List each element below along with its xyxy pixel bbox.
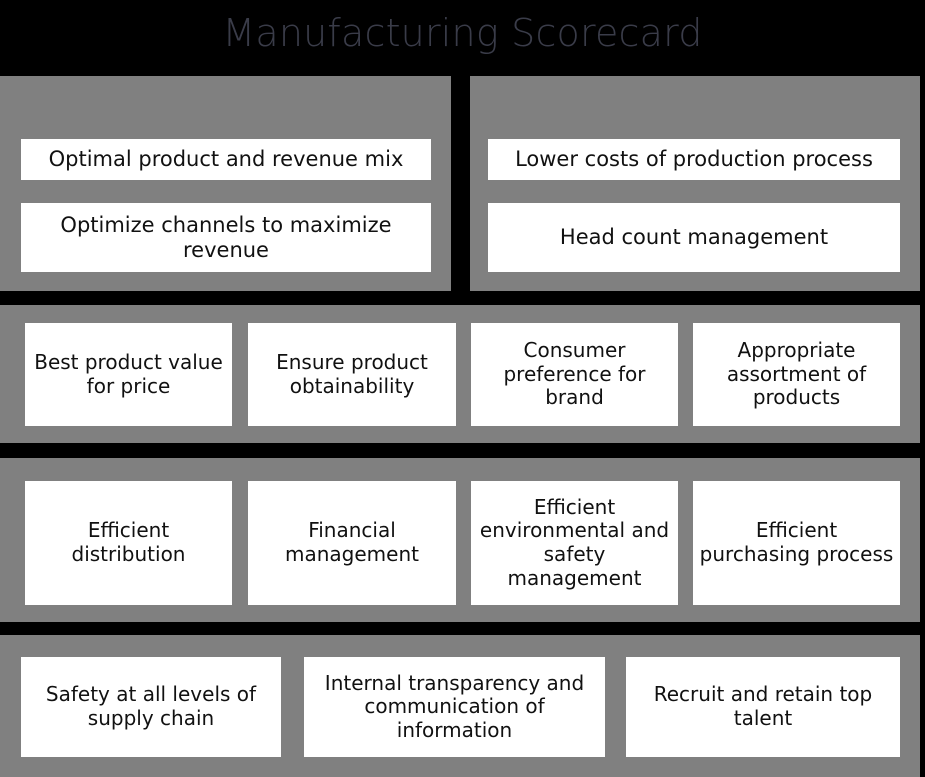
card-label: Optimize channels to maximize revenue xyxy=(60,212,392,262)
card-optimize-channels-maximize-revenue[interactable]: Optimize channels to maximize revenue xyxy=(21,203,431,272)
card-label: Ensure product obtainability xyxy=(276,349,428,398)
panel-low-cost-operation: Low-Cost Operation Lower costs of produc… xyxy=(470,76,920,291)
card-best-product-value-for-price[interactable]: Best product value for price xyxy=(25,323,232,426)
card-label: Financial management xyxy=(285,518,419,566)
card-label: Efficient distribution xyxy=(71,518,186,566)
card-label: Head count management xyxy=(559,225,829,250)
card-label: Lower costs of production process xyxy=(515,147,873,172)
card-label: Safety at all levels of supply chain xyxy=(45,682,257,730)
card-label: Efficient purchasing process xyxy=(699,518,894,566)
card-label: Internal transparency and communication … xyxy=(324,670,585,742)
card-head-count-management[interactable]: Head count management xyxy=(488,203,900,272)
card-recruit-and-retain-top-talent[interactable]: Recruit and retain top talent xyxy=(626,657,900,757)
card-label: Best product value for price xyxy=(34,349,223,398)
card-label: Efficient environmental and safety manag… xyxy=(479,494,670,590)
card-consumer-preference-for-brand[interactable]: Consumer preference for brand xyxy=(471,323,678,426)
panel-volume-profit: Volume & Profit Optimal product and reve… xyxy=(0,76,451,291)
page-title: Manufacturing Scorecard xyxy=(222,11,703,55)
card-internal-transparency-and-communication[interactable]: Internal transparency and communication … xyxy=(304,657,605,757)
card-label: Optimal product and revenue mix xyxy=(48,147,404,172)
card-lower-costs-production-process[interactable]: Lower costs of production process xyxy=(488,139,900,180)
scorecard-canvas: Manufacturing Scorecard Volume & Profit … xyxy=(0,0,925,777)
card-appropriate-assortment-of-products[interactable]: Appropriate assortment of products xyxy=(693,323,900,426)
card-efficient-environmental-and-safety-management[interactable]: Efficient environmental and safety manag… xyxy=(471,481,678,605)
card-optimal-product-revenue-mix[interactable]: Optimal product and revenue mix xyxy=(21,139,431,180)
panel-customer: Best product value for price Ensure prod… xyxy=(0,305,920,443)
card-efficient-distribution[interactable]: Efficient distribution xyxy=(25,481,232,605)
card-ensure-product-obtainability[interactable]: Ensure product obtainability xyxy=(248,323,456,426)
card-label: Recruit and retain top talent xyxy=(653,682,873,730)
card-safety-at-all-levels-of-supply-chain[interactable]: Safety at all levels of supply chain xyxy=(21,657,281,757)
panel-learning-growth: Safety at all levels of supply chain Int… xyxy=(0,635,920,777)
card-efficient-purchasing-process[interactable]: Efficient purchasing process xyxy=(693,481,900,605)
card-label: Appropriate assortment of products xyxy=(726,338,867,410)
panel-internal-process: Efficient distribution Financial managem… xyxy=(0,458,920,622)
card-financial-management[interactable]: Financial management xyxy=(248,481,456,605)
card-label: Consumer preference for brand xyxy=(503,338,646,410)
